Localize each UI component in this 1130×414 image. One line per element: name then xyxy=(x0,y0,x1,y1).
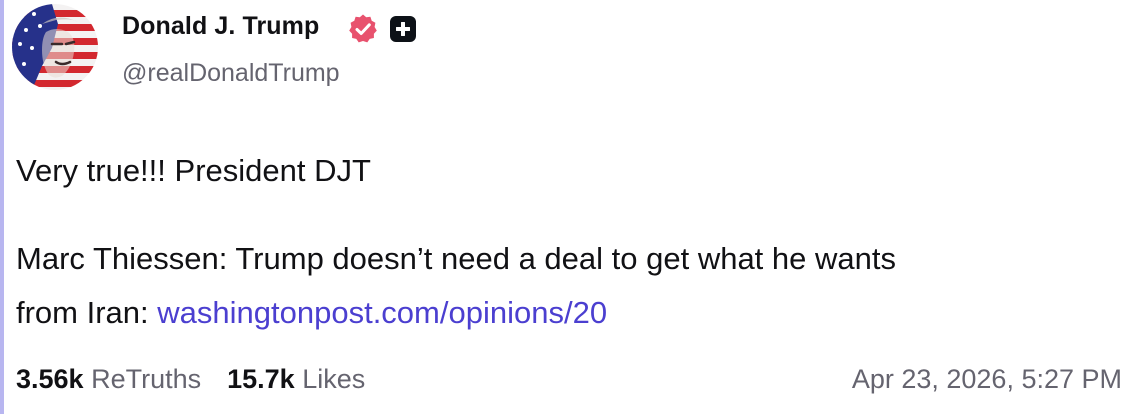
plus-badge-icon xyxy=(390,16,416,42)
verified-badge-icon xyxy=(349,14,377,43)
likes-count: 15.7k xyxy=(227,364,295,394)
author-name[interactable]: Donald J. Trump xyxy=(122,12,319,41)
likes-label: Likes xyxy=(302,364,366,394)
retruths-count: 3.56k xyxy=(16,364,84,394)
truth-post-card: Donald J. Trump @realDonaldTrump Very tr… xyxy=(0,0,1130,414)
post-stats: 3.56k ReTruths 15.7k Likes xyxy=(16,364,365,395)
post-timestamp[interactable]: Apr 23, 2026, 5:27 PM xyxy=(852,364,1122,395)
post-text-prefix: from Iran: xyxy=(16,295,158,330)
retruths-label: ReTruths xyxy=(91,364,202,394)
post-text-line-2: Marc Thiessen: Trump doesn’t need a deal… xyxy=(16,241,896,276)
likes-stat[interactable]: 15.7k Likes xyxy=(227,364,365,394)
post-link[interactable]: washingtonpost.com/opinions/20 xyxy=(157,295,607,330)
post-text-line-1: Very true!!! President DJT xyxy=(16,153,371,188)
author-handle[interactable]: @realDonaldTrump xyxy=(122,59,340,88)
retruths-stat[interactable]: 3.56k ReTruths xyxy=(16,364,201,394)
post-text-line-3: from Iran: washingtonpost.com/opinions/2… xyxy=(16,290,607,336)
avatar[interactable] xyxy=(12,4,98,90)
avatar-flag-portrait-icon xyxy=(12,4,98,90)
